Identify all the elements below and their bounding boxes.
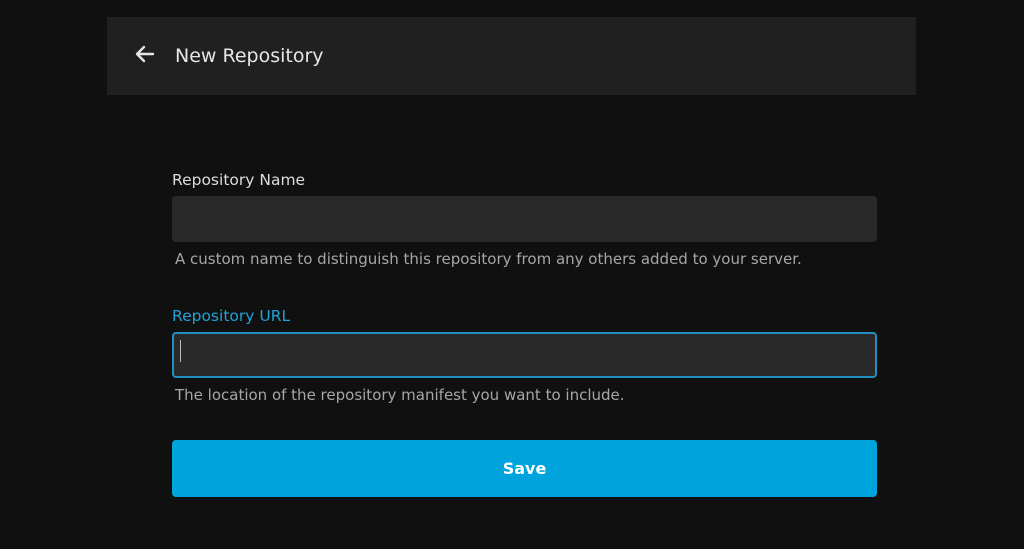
repository-url-field-group: Repository URL The location of the repos… xyxy=(172,304,877,406)
text-caret xyxy=(180,340,181,362)
repository-name-field-group: Repository Name A custom name to disting… xyxy=(172,168,877,270)
page-header: New Repository xyxy=(107,17,916,95)
repository-name-help: A custom name to distinguish this reposi… xyxy=(175,250,802,268)
repository-url-input[interactable] xyxy=(172,332,877,378)
repository-name-label: Repository Name xyxy=(172,171,306,189)
back-button[interactable] xyxy=(125,36,165,76)
page: New Repository Repository Name A custom … xyxy=(0,0,1024,549)
page-title: New Repository xyxy=(175,45,324,67)
repository-name-input[interactable] xyxy=(172,196,877,242)
repository-url-label: Repository URL xyxy=(172,307,291,325)
save-button[interactable]: Save xyxy=(172,440,877,497)
repository-url-help: The location of the repository manifest … xyxy=(175,386,625,404)
repository-name-input-wrap xyxy=(172,192,877,242)
arrow-left-icon xyxy=(133,42,157,70)
repository-url-input-wrap xyxy=(172,328,877,378)
